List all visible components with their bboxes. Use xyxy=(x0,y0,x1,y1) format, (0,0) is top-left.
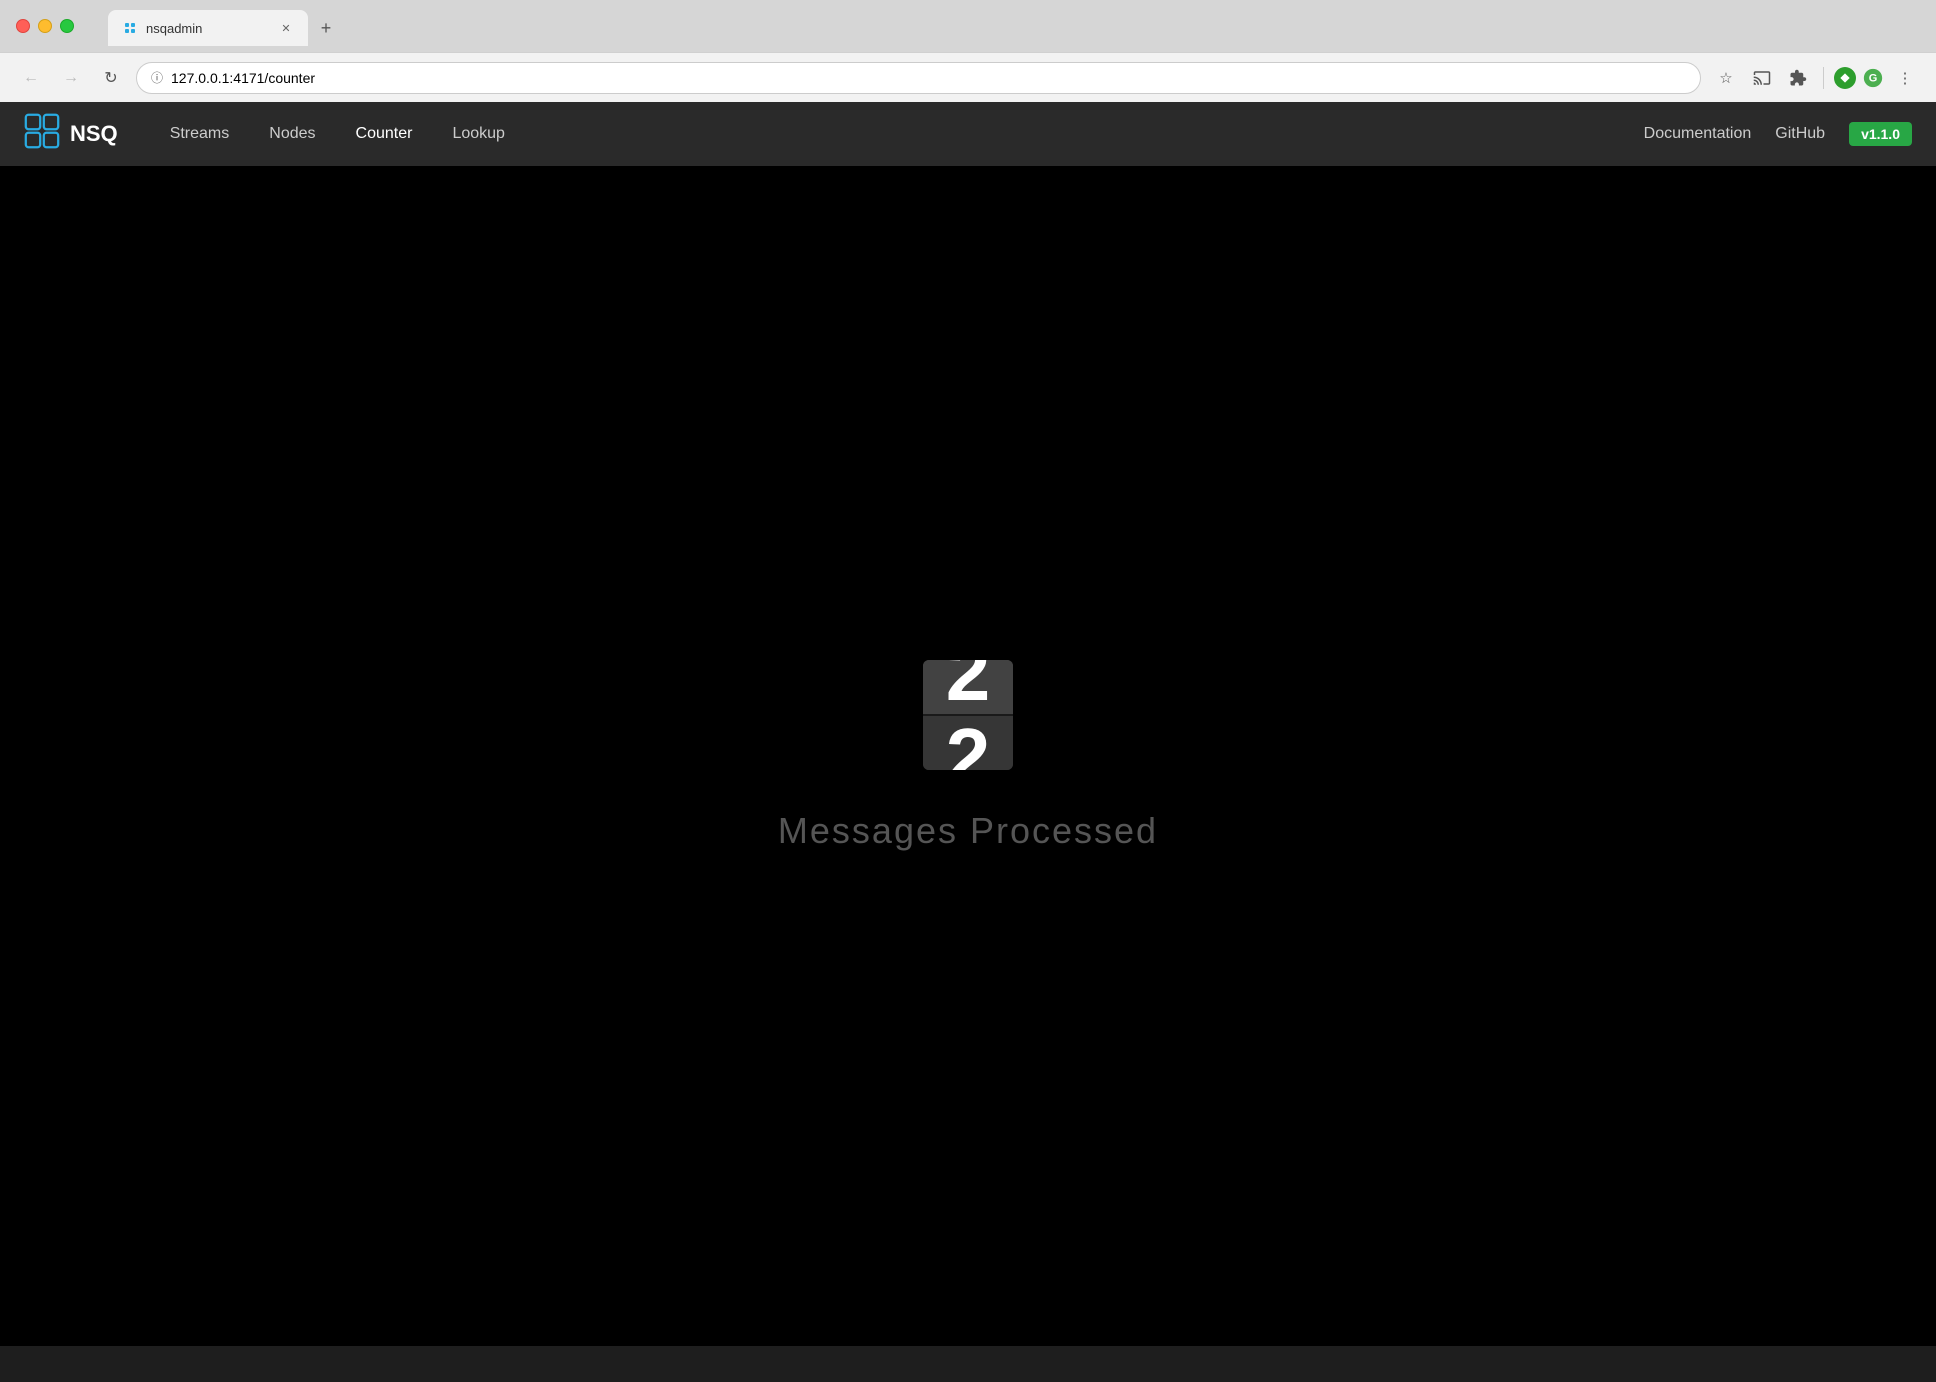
nav-documentation-link[interactable]: Documentation xyxy=(1644,125,1752,143)
app-navbar: NSQ Streams Nodes Counter Lookup Documen… xyxy=(0,102,1936,166)
svg-text:G: G xyxy=(1869,72,1878,84)
nav-links: Streams Nodes Counter Lookup xyxy=(150,102,1644,166)
app-content: 2 2 Messages Processed xyxy=(0,166,1936,1346)
browser-chrome: nsqadmin ✕ + ← → ↻ ⓘ 127.0.0.1:4171/coun… xyxy=(0,0,1936,102)
reload-button[interactable]: ↻ xyxy=(96,63,126,93)
nsq-logo-icon xyxy=(24,113,60,155)
digit-top-number: 2 xyxy=(946,660,991,713)
toolbar-divider xyxy=(1823,67,1824,89)
counter-digit: 2 2 xyxy=(923,660,1013,770)
close-button[interactable] xyxy=(16,19,30,33)
tab-favicon-icon xyxy=(122,20,138,36)
toolbar-actions: ☆ G ⋮ xyxy=(1711,63,1920,93)
nav-link-streams[interactable]: Streams xyxy=(150,102,250,166)
version-badge: v1.1.0 xyxy=(1849,122,1912,146)
nav-link-counter[interactable]: Counter xyxy=(336,102,433,166)
another-extension-icon[interactable]: G xyxy=(1862,67,1884,89)
nav-right: Documentation GitHub v1.1.0 xyxy=(1644,122,1912,146)
minimize-button[interactable] xyxy=(38,19,52,33)
back-button[interactable]: ← xyxy=(16,63,46,93)
new-tab-button[interactable]: + xyxy=(312,14,340,42)
browser-toolbar: ← → ↻ ⓘ 127.0.0.1:4171/counter ☆ xyxy=(0,52,1936,102)
maximize-button[interactable] xyxy=(60,19,74,33)
flip-counter: 2 2 xyxy=(923,660,1013,770)
app-logo-text: NSQ xyxy=(70,121,118,147)
nav-github-link[interactable]: GitHub xyxy=(1775,125,1825,143)
nav-link-lookup[interactable]: Lookup xyxy=(432,102,525,166)
messages-processed-label: Messages Processed xyxy=(778,810,1158,852)
extensions-button[interactable] xyxy=(1783,63,1813,93)
tab-title: nsqadmin xyxy=(146,21,202,36)
digit-bottom: 2 xyxy=(923,715,1013,770)
tab-close-button[interactable]: ✕ xyxy=(278,20,294,36)
lock-icon: ⓘ xyxy=(151,69,163,86)
traffic-lights xyxy=(16,19,74,33)
bookmark-button[interactable]: ☆ xyxy=(1711,63,1741,93)
menu-button[interactable]: ⋮ xyxy=(1890,63,1920,93)
browser-titlebar: nsqadmin ✕ + xyxy=(0,0,1936,52)
app-logo[interactable]: NSQ xyxy=(24,113,118,155)
nav-link-nodes[interactable]: Nodes xyxy=(249,102,335,166)
cast-button[interactable] xyxy=(1747,63,1777,93)
forward-button[interactable]: → xyxy=(56,63,86,93)
digit-top: 2 xyxy=(923,660,1013,715)
url-display: 127.0.0.1:4171/counter xyxy=(171,70,315,86)
evernote-extension-icon[interactable] xyxy=(1834,67,1856,89)
browser-tab[interactable]: nsqadmin ✕ xyxy=(108,10,308,46)
tab-bar: nsqadmin ✕ + xyxy=(92,10,356,46)
digit-bottom-number: 2 xyxy=(946,717,991,770)
address-bar[interactable]: ⓘ 127.0.0.1:4171/counter xyxy=(136,62,1701,94)
